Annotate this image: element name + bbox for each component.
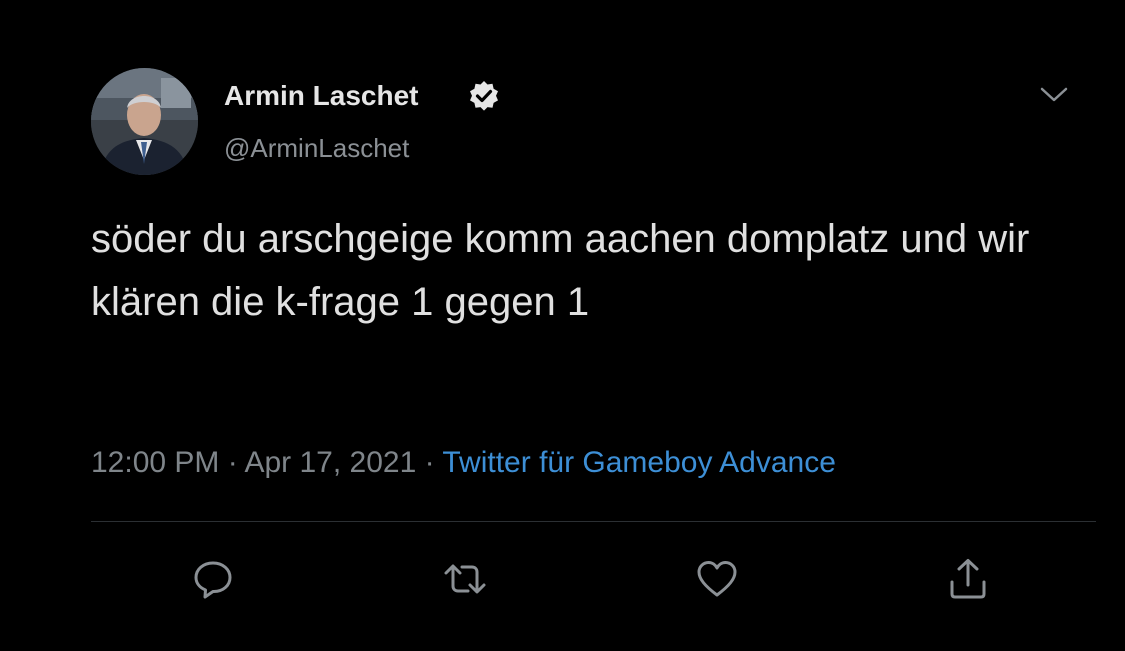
- heart-icon: [697, 561, 737, 597]
- tweet-meta: 12:00 PM · Apr 17, 2021 · Twitter für Ga…: [91, 443, 836, 483]
- tweet-source-link[interactable]: Twitter für Gameboy Advance: [442, 446, 836, 479]
- display-name[interactable]: Armin Laschet: [224, 78, 419, 114]
- tweet-text: söder du arschgeige komm aachen domplatz…: [91, 217, 1030, 324]
- verified-badge-icon: [468, 80, 500, 112]
- chevron-down-icon[interactable]: [1036, 82, 1072, 106]
- like-button[interactable]: [694, 556, 740, 602]
- tweet-date[interactable]: Apr 17, 2021: [244, 446, 416, 479]
- divider: [91, 521, 1096, 522]
- profile-photo-icon: [91, 68, 198, 175]
- tweet-card: Armin Laschet @ArminLaschet söder du ars…: [0, 0, 1125, 651]
- tweet-time[interactable]: 12:00 PM: [91, 446, 219, 479]
- share-icon: [950, 559, 986, 599]
- meta-separator: ·: [227, 446, 238, 479]
- meta-separator: ·: [424, 446, 435, 479]
- user-handle[interactable]: @ArminLaschet: [224, 131, 409, 165]
- retweet-button[interactable]: [442, 556, 488, 602]
- reply-icon: [194, 561, 232, 599]
- avatar[interactable]: [91, 68, 198, 175]
- reply-button[interactable]: [190, 556, 236, 602]
- share-button[interactable]: [945, 556, 991, 602]
- retweet-icon: [444, 564, 486, 594]
